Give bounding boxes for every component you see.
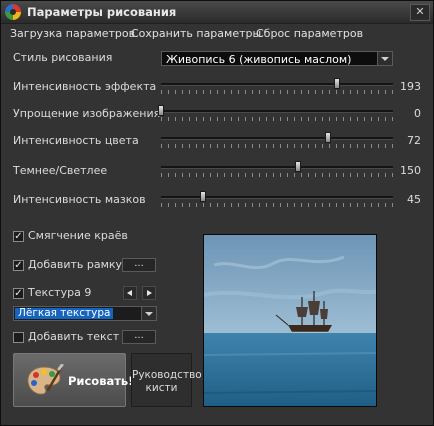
slider-label-color: Интенсивность цвета xyxy=(13,134,139,147)
style-label: Стиль рисования xyxy=(13,51,113,64)
slider-value-color: 72 xyxy=(407,134,421,147)
texture-label: Текстура 9 xyxy=(28,286,92,299)
chevron-down-icon[interactable] xyxy=(377,52,392,65)
slider-stroke-intensity[interactable] xyxy=(161,191,393,207)
brush-guide-label: Руководство кисти xyxy=(132,369,202,395)
style-select-value: Живопись 6 (живопись маслом) xyxy=(166,53,352,66)
slider-label-effect: Интенсивность эффекта xyxy=(13,80,157,93)
title-bar[interactable]: Параметры рисования ✕ xyxy=(1,1,433,24)
preview-painting xyxy=(204,235,376,406)
slider-color-intensity[interactable] xyxy=(161,132,393,148)
slider-darker-lighter[interactable] xyxy=(161,161,393,177)
texture-checkbox[interactable]: ✓ xyxy=(13,288,24,299)
draw-button[interactable]: Рисовать! xyxy=(13,353,133,407)
slider-thumb[interactable] xyxy=(158,105,164,116)
slider-value-brightness: 150 xyxy=(400,164,421,177)
slider-track xyxy=(161,196,393,199)
close-button[interactable]: ✕ xyxy=(410,4,430,21)
app-logo-icon xyxy=(5,4,21,20)
menu-reset-settings[interactable]: Сброс параметров xyxy=(256,27,363,40)
slider-track xyxy=(161,166,393,169)
drawing-settings-window: Параметры рисования ✕ Загрузка параметро… xyxy=(0,0,434,426)
texture-select-value: Лёгкая текстура xyxy=(15,308,114,319)
chevron-left-icon[interactable] xyxy=(123,286,137,300)
draw-button-label: Рисовать! xyxy=(68,374,134,388)
window-title: Параметры рисования xyxy=(27,5,177,19)
slider-label-brightness: Темнее/Светлее xyxy=(13,164,108,177)
smoothing-checkbox[interactable]: ✓ xyxy=(13,231,24,242)
slider-value-strokes: 45 xyxy=(407,193,421,206)
slider-track xyxy=(161,83,393,86)
slider-thumb[interactable] xyxy=(325,132,332,143)
palette-icon xyxy=(27,364,64,395)
frame-label: Добавить рамку xyxy=(28,258,123,271)
brush-guide-label-line2: кисти xyxy=(145,382,178,394)
chevron-right-icon[interactable] xyxy=(142,286,156,300)
slider-ticks xyxy=(161,203,393,207)
slider-track xyxy=(161,110,393,113)
slider-label-simplify: Упрощение изображения xyxy=(13,107,161,120)
slider-image-simplification[interactable] xyxy=(158,105,393,121)
slider-ticks xyxy=(161,117,393,121)
slider-thumb[interactable] xyxy=(294,161,301,172)
add-text-options-button[interactable]: ... xyxy=(122,330,156,344)
brush-guide-button[interactable]: Руководство кисти xyxy=(131,353,202,407)
add-text-label: Добавить текст xyxy=(28,330,120,343)
slider-ticks xyxy=(161,173,393,177)
style-select[interactable]: Живопись 6 (живопись маслом) xyxy=(161,51,393,66)
menu-load-settings[interactable]: Загрузка параметров xyxy=(10,27,135,40)
smoothing-label: Смягчение краёв xyxy=(28,229,128,242)
brush-guide-label-line1: Руководство xyxy=(132,369,202,381)
texture-select[interactable]: Лёгкая текстура xyxy=(13,306,157,321)
slider-effect-intensity[interactable] xyxy=(161,78,393,94)
slider-thumb[interactable] xyxy=(334,78,341,89)
slider-label-strokes: Интенсивность мазков xyxy=(13,193,146,206)
preview-image xyxy=(203,234,377,407)
frame-options-button[interactable]: ... xyxy=(122,258,156,272)
menu-save-settings[interactable]: Сохранить параметры xyxy=(131,27,261,40)
add-text-checkbox[interactable] xyxy=(13,332,24,343)
slider-track xyxy=(161,137,393,140)
slider-value-simplify: 0 xyxy=(414,107,421,120)
slider-value-effect: 193 xyxy=(400,80,421,93)
slider-ticks xyxy=(161,144,393,148)
chevron-down-icon[interactable] xyxy=(141,307,156,320)
frame-checkbox[interactable]: ✓ xyxy=(13,260,24,271)
slider-ticks xyxy=(161,90,393,94)
slider-thumb[interactable] xyxy=(199,191,206,202)
